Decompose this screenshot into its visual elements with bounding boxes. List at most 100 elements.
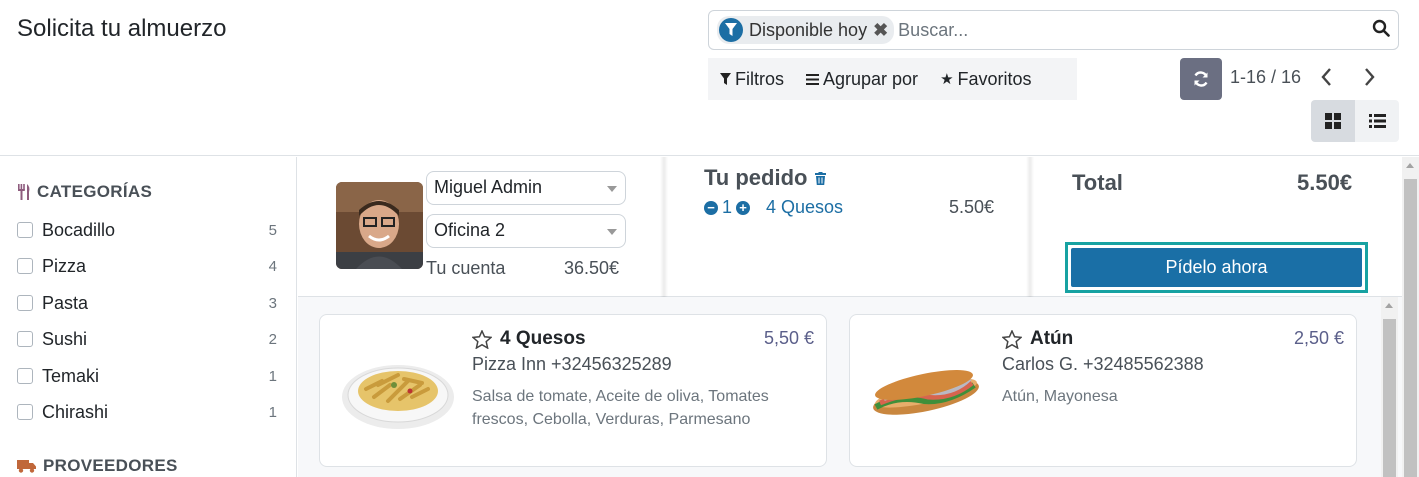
order-title: Tu pedido	[704, 165, 827, 191]
search-facet[interactable]: Disponible hoy ✖	[717, 16, 895, 44]
view-switcher	[1311, 100, 1399, 142]
chevron-down-icon	[607, 186, 617, 192]
order-line: − 1 + 4 Quesos 5.50€	[704, 197, 994, 218]
search-panel: CATEGORÍAS Bocadillo 5 Pizza 4 Pasta 3 S…	[0, 157, 297, 477]
checkbox[interactable]	[17, 295, 33, 311]
facet-label: Disponible hoy	[749, 19, 868, 40]
product-name: Atún	[1002, 328, 1073, 350]
order-now-button[interactable]: Pídelo ahora	[1071, 248, 1362, 287]
kanban-view-button[interactable]	[1311, 100, 1355, 142]
checkbox[interactable]	[17, 368, 33, 384]
product-price: 5,50 €	[763, 328, 814, 348]
plus-icon[interactable]: +	[736, 200, 751, 215]
product-description: Atún, Mayonesa	[1002, 388, 1118, 405]
location-select[interactable]: Oficina 2	[426, 214, 626, 248]
line-price: 5.50€	[948, 197, 994, 217]
groupby-button[interactable]: Agrupar por	[806, 69, 918, 90]
scroll-up-icon[interactable]	[1385, 303, 1393, 308]
product-vendor: Pizza Inn +32456325289	[472, 354, 672, 374]
order-summary: Miguel Admin Oficina 2 Tu cuenta 36.50€ …	[298, 157, 1402, 297]
star-outline-icon[interactable]	[472, 329, 492, 349]
search-options: Filtros Agrupar por ★ Favoritos	[708, 58, 1077, 100]
user-select-value: Miguel Admin	[434, 177, 543, 197]
checkbox[interactable]	[17, 404, 33, 420]
category-label: Temaki	[42, 365, 100, 386]
page-scrollbar[interactable]	[1402, 157, 1419, 477]
pager-previous-button[interactable]	[1318, 66, 1334, 93]
product-card[interactable]: Atún 2,50 € Carlos G. +32485562388 Atún,…	[849, 314, 1357, 467]
filter-icon	[720, 73, 731, 85]
search-icon[interactable]	[1372, 19, 1390, 42]
order-title-label: Tu pedido	[704, 165, 808, 190]
groupby-label: Agrupar por	[823, 68, 919, 89]
scroll-up-icon[interactable]	[1406, 163, 1414, 168]
category-item[interactable]: Temaki 1	[17, 362, 279, 390]
filters-label: Filtros	[735, 68, 784, 89]
category-label: Chirashi	[42, 401, 109, 422]
category-item[interactable]: Chirashi 1	[17, 398, 279, 426]
scrollbar-thumb[interactable]	[1404, 179, 1417, 477]
bars-icon	[806, 73, 819, 85]
category-count: 1	[268, 403, 277, 421]
product-vendor: Carlos G. +32485562388	[1002, 354, 1204, 374]
suppliers-header: PROVEEDORES	[17, 456, 178, 476]
total-label: Total	[1072, 170, 1123, 195]
user-select[interactable]: Miguel Admin	[426, 171, 626, 205]
truck-icon	[17, 460, 36, 473]
remove-facet-icon[interactable]: ✖	[873, 20, 888, 41]
product-card[interactable]: 4 Quesos 5,50 € Pizza Inn +32456325289 S…	[319, 314, 827, 467]
checkbox[interactable]	[17, 258, 33, 274]
avatar	[336, 182, 423, 269]
category-item[interactable]: Pasta 3	[17, 289, 279, 317]
product-price: 2,50 €	[1293, 328, 1344, 348]
chevron-left-icon	[1321, 68, 1331, 86]
favorites-button[interactable]: ★ Favoritos	[940, 69, 1031, 90]
cutlery-icon	[18, 184, 30, 200]
category-label: Bocadillo	[42, 219, 116, 240]
filter-icon	[719, 18, 743, 42]
categories-header: CATEGORÍAS	[17, 182, 152, 202]
page-title: Solicita tu almuerzo	[17, 15, 227, 42]
pager-next-button[interactable]	[1362, 66, 1378, 93]
chevron-right-icon	[1365, 68, 1375, 86]
account-label: Tu cuenta	[426, 258, 506, 278]
favorites-label: Favoritos	[957, 68, 1032, 89]
column-divider	[1026, 157, 1034, 297]
scrollbar-thumb[interactable]	[1383, 319, 1396, 477]
line-product-link[interactable]: 4 Quesos	[766, 197, 843, 218]
search-bar[interactable]: Disponible hoy ✖	[708, 10, 1399, 50]
list-view-button[interactable]	[1355, 100, 1399, 142]
category-item[interactable]: Bocadillo 5	[17, 216, 279, 244]
pager-value[interactable]: 1-16 / 16	[1230, 67, 1301, 88]
search-input[interactable]	[898, 19, 1339, 41]
chevron-down-icon	[607, 229, 617, 235]
account-balance: 36.50€	[564, 258, 620, 278]
products-scrollbar[interactable]	[1381, 297, 1398, 477]
product-name: 4 Quesos	[472, 328, 586, 350]
star-outline-icon[interactable]	[1002, 329, 1022, 349]
checkbox[interactable]	[17, 222, 33, 238]
order-button-focus-frame: Pídelo ahora	[1065, 242, 1368, 293]
filters-button[interactable]: Filtros	[720, 69, 784, 90]
categories-title: CATEGORÍAS	[37, 182, 153, 201]
category-label: Sushi	[42, 328, 88, 349]
category-label: Pizza	[42, 255, 87, 276]
grid-icon	[1325, 113, 1341, 129]
category-count: 5	[268, 221, 277, 239]
checkbox[interactable]	[17, 331, 33, 347]
star-icon: ★	[940, 71, 954, 88]
refresh-button[interactable]	[1180, 58, 1222, 100]
location-select-value: Oficina 2	[434, 220, 506, 240]
minus-icon[interactable]: −	[704, 200, 718, 215]
refresh-icon	[1194, 71, 1208, 87]
product-image	[338, 345, 458, 435]
total-amount: 5.50€	[1297, 170, 1353, 195]
category-label: Pasta	[42, 292, 89, 313]
category-item[interactable]: Sushi 2	[17, 325, 279, 353]
category-count: 3	[268, 294, 277, 312]
trash-icon[interactable]	[815, 171, 827, 185]
product-description: Salsa de tomate, Aceite de oliva, Tomate…	[472, 388, 769, 428]
category-item[interactable]: Pizza 4	[17, 252, 279, 280]
category-count: 2	[268, 330, 277, 348]
product-name-label: Atún	[1030, 328, 1074, 349]
